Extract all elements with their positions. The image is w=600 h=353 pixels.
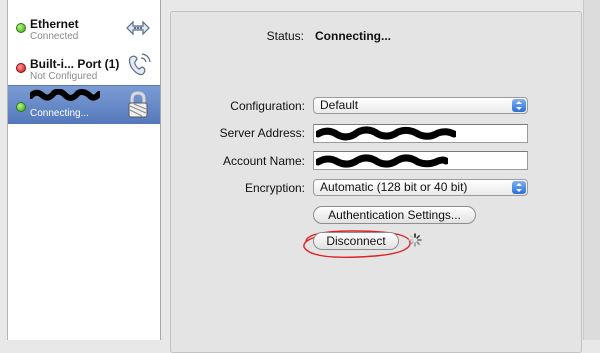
service-status: Connecting...: [30, 108, 89, 119]
progress-spinner-icon: [408, 233, 422, 247]
popup-arrows-icon: [512, 181, 526, 194]
server-address-label: Server Address:: [219, 126, 305, 140]
server-address-field[interactable]: [313, 124, 528, 143]
status-value: Connecting...: [315, 29, 391, 43]
phone-modem-icon: [124, 52, 152, 80]
service-list: Ethernet Connected Built-i... Port (1) N…: [7, 0, 161, 340]
status-dot-green-icon: [16, 102, 26, 112]
redacted-name-scribble: [30, 89, 100, 101]
service-name: Built-i... Port (1): [30, 57, 120, 71]
encryption-value: Automatic (128 bit or 40 bit): [320, 180, 468, 194]
configuration-label: Configuration:: [230, 99, 305, 113]
authentication-settings-button[interactable]: Authentication Settings...: [313, 206, 476, 224]
status-dot-red-icon: [16, 63, 26, 73]
window-edge: [583, 0, 600, 340]
service-name: Ethernet: [30, 17, 79, 31]
encryption-popup[interactable]: Automatic (128 bit or 40 bit): [313, 179, 528, 196]
popup-arrows-icon: [512, 99, 526, 112]
lock-icon: [124, 91, 152, 119]
ethernet-arrows-icon: [124, 14, 152, 42]
redacted-text-scribble: [316, 154, 448, 168]
service-status: Not Configured: [30, 71, 98, 82]
service-item-vpn[interactable]: Connecting...: [8, 85, 160, 124]
configuration-popup[interactable]: Default: [313, 97, 528, 114]
status-dot-green-icon: [16, 23, 26, 33]
configuration-value: Default: [320, 98, 359, 112]
status-label: Status:: [266, 29, 304, 43]
disconnect-button[interactable]: Disconnect: [313, 232, 399, 250]
service-item-builtin-port[interactable]: Built-i... Port (1) Not Configured: [8, 40, 160, 82]
redacted-text-scribble: [316, 126, 456, 141]
service-item-ethernet[interactable]: Ethernet Connected: [8, 0, 160, 42]
account-name-label: Account Name:: [222, 154, 305, 168]
account-name-field[interactable]: [313, 151, 528, 170]
encryption-label: Encryption:: [244, 181, 305, 195]
